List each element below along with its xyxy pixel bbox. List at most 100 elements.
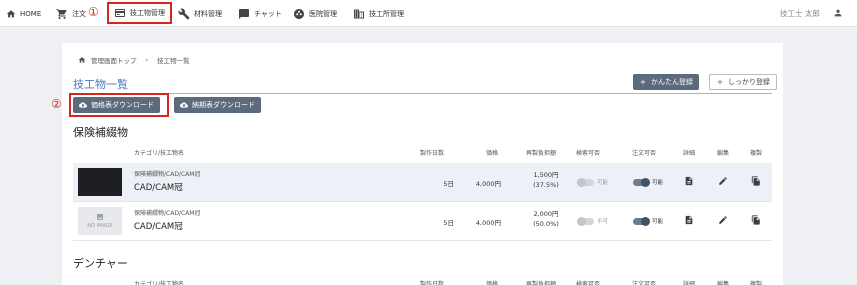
col-days: 製作日数 — [420, 281, 445, 285]
col-days: 製作日数 — [420, 150, 445, 157]
nav-home-label: HOME — [20, 9, 42, 18]
row-category: 保険補綴物/CAD/CAM冠 — [134, 210, 201, 217]
detail-doc-icon[interactable] — [684, 176, 694, 186]
inspect-toggle[interactable]: 不可 — [577, 216, 609, 226]
user-icon[interactable] — [833, 8, 843, 18]
order-toggle-label: 可能 — [652, 180, 664, 186]
nav-clinics[interactable]: 医院管理 — [293, 0, 337, 27]
col-detail: 詳細 — [683, 281, 696, 285]
toggle-knob — [641, 177, 650, 187]
quick-register-label: かんたん登録 — [651, 78, 693, 86]
col-edit: 編集 — [717, 281, 730, 285]
title-divider — [73, 93, 772, 94]
nav-labs-label: 技工所管理 — [369, 9, 404, 18]
nav-materials-label: 材料管理 — [194, 9, 222, 18]
col-copy: 複製 — [750, 281, 763, 285]
row-divider — [73, 240, 772, 241]
cart-icon — [56, 8, 67, 19]
row-name: CAD/CAM冠 — [134, 183, 183, 193]
full-register-button[interactable]: しっかり登録 — [709, 74, 777, 90]
breadcrumb-top[interactable]: 管理画面トップ — [91, 55, 137, 65]
product-thumbnail: NO IMAGE — [78, 207, 122, 235]
nav-order[interactable]: 注文 — [56, 0, 86, 27]
nav-products-label: 技工物管理 — [130, 9, 165, 17]
nav-order-label: 注文 — [72, 9, 86, 18]
edit-pencil-icon[interactable] — [718, 176, 728, 186]
inspect-toggle-label: 不可 — [597, 219, 609, 225]
order-toggle[interactable]: 可能 — [633, 177, 664, 187]
nav-materials[interactable]: 材料管理 — [178, 0, 222, 27]
toggle-track — [633, 216, 650, 226]
nav-chat-label: チャット — [254, 9, 282, 18]
col-order: 注文可否 — [632, 150, 657, 157]
toggle-track — [633, 177, 650, 187]
breadcrumb-separator: › — [145, 56, 149, 64]
toggle-track — [577, 177, 594, 187]
row-price: 4,000円 — [475, 219, 501, 227]
annotation-1: ① — [88, 5, 99, 19]
nav-chat[interactable]: チャット — [238, 0, 282, 27]
toggle-knob — [641, 216, 650, 226]
nav-products[interactable]: 技工物管理 — [107, 2, 172, 24]
nav-labs[interactable]: 技工所管理 — [353, 0, 404, 27]
row-category: 保険補綴物/CAD/CAM冠 — [134, 171, 201, 178]
top-nav: HOME 注文 ① 技工物管理 材料管理 チャット 医院管理 技工所管理 技工士… — [0, 0, 857, 27]
product-thumbnail — [78, 168, 122, 196]
col-order: 注文可否 — [632, 281, 657, 285]
row-days: 5日 — [443, 219, 454, 227]
table-row[interactable]: 保険補綴物/CAD/CAM冠 CAD/CAM冠 5日 4,000円 1,500円… — [73, 163, 772, 201]
section-title: 保険補綴物 — [73, 126, 128, 139]
clinic-icon — [294, 8, 304, 19]
order-toggle-label: 可能 — [652, 219, 664, 225]
row-price: 4,000円 — [475, 180, 501, 188]
col-edit: 編集 — [717, 150, 730, 157]
col-price: 価格 — [486, 150, 499, 157]
col-detail: 詳細 — [683, 150, 696, 157]
row-reorder-amount: 2,000円 — [533, 210, 559, 218]
col-reorder: 再製負担額 — [526, 150, 557, 157]
price-download-button[interactable]: 価格表ダウンロード — [73, 97, 160, 113]
col-copy: 複製 — [750, 150, 763, 157]
copy-icon[interactable] — [751, 176, 761, 186]
row-reorder: 2,000円 (50.0%) — [523, 210, 569, 230]
image-placeholder-icon — [97, 214, 103, 220]
delivery-download-label: 納期表ダウンロード — [192, 101, 255, 109]
col-category-name: カテゴリ/技工物名 — [134, 281, 185, 285]
page-title: 技工物一覧 — [73, 78, 128, 91]
annotation-2: ② — [51, 97, 62, 111]
building-icon — [354, 9, 364, 18]
detail-doc-icon[interactable] — [684, 215, 694, 225]
row-reorder-rate: (37.5%) — [533, 180, 559, 189]
delivery-download-button[interactable]: 納期表ダウンロード — [174, 97, 261, 113]
breadcrumb: 管理画面トップ › 技工物一覧 — [78, 55, 190, 65]
wrench-icon — [178, 8, 190, 19]
quick-register-button[interactable]: かんたん登録 — [633, 74, 699, 90]
table-row[interactable]: NO IMAGE 保険補綴物/CAD/CAM冠 CAD/CAM冠 5日 4,00… — [73, 202, 772, 240]
row-reorder-rate: (50.0%) — [533, 219, 559, 228]
row-reorder: 1,500円 (37.5%) — [523, 171, 569, 191]
no-image-label: NO IMAGE — [87, 223, 113, 229]
copy-icon[interactable] — [751, 215, 761, 225]
col-inspect: 検索可否 — [576, 150, 601, 157]
row-reorder-amount: 1,500円 — [533, 171, 559, 179]
breadcrumb-current: 技工物一覧 — [157, 57, 190, 65]
row-days: 5日 — [443, 180, 454, 188]
toggle-knob — [577, 216, 586, 226]
row-name: CAD/CAM冠 — [134, 222, 183, 232]
cloud-download-icon — [79, 102, 87, 108]
plus-icon — [717, 79, 723, 85]
inspect-toggle-label: 可能 — [597, 180, 609, 186]
col-inspect: 検索可否 — [576, 281, 601, 285]
edit-pencil-icon[interactable] — [718, 215, 728, 225]
nav-clinics-label: 医院管理 — [309, 9, 337, 18]
inspect-toggle[interactable]: 可能 — [577, 177, 609, 187]
price-download-label: 価格表ダウンロード — [91, 101, 154, 109]
chat-icon — [239, 8, 249, 19]
home-icon — [6, 9, 16, 17]
order-toggle[interactable]: 可能 — [633, 216, 664, 226]
product-box-icon — [115, 9, 125, 17]
col-category-name: カテゴリ/技工物名 — [134, 150, 185, 157]
nav-home[interactable]: HOME — [6, 0, 41, 27]
plus-icon — [640, 79, 646, 85]
user-name[interactable]: 技工士 太郎 — [780, 0, 820, 27]
